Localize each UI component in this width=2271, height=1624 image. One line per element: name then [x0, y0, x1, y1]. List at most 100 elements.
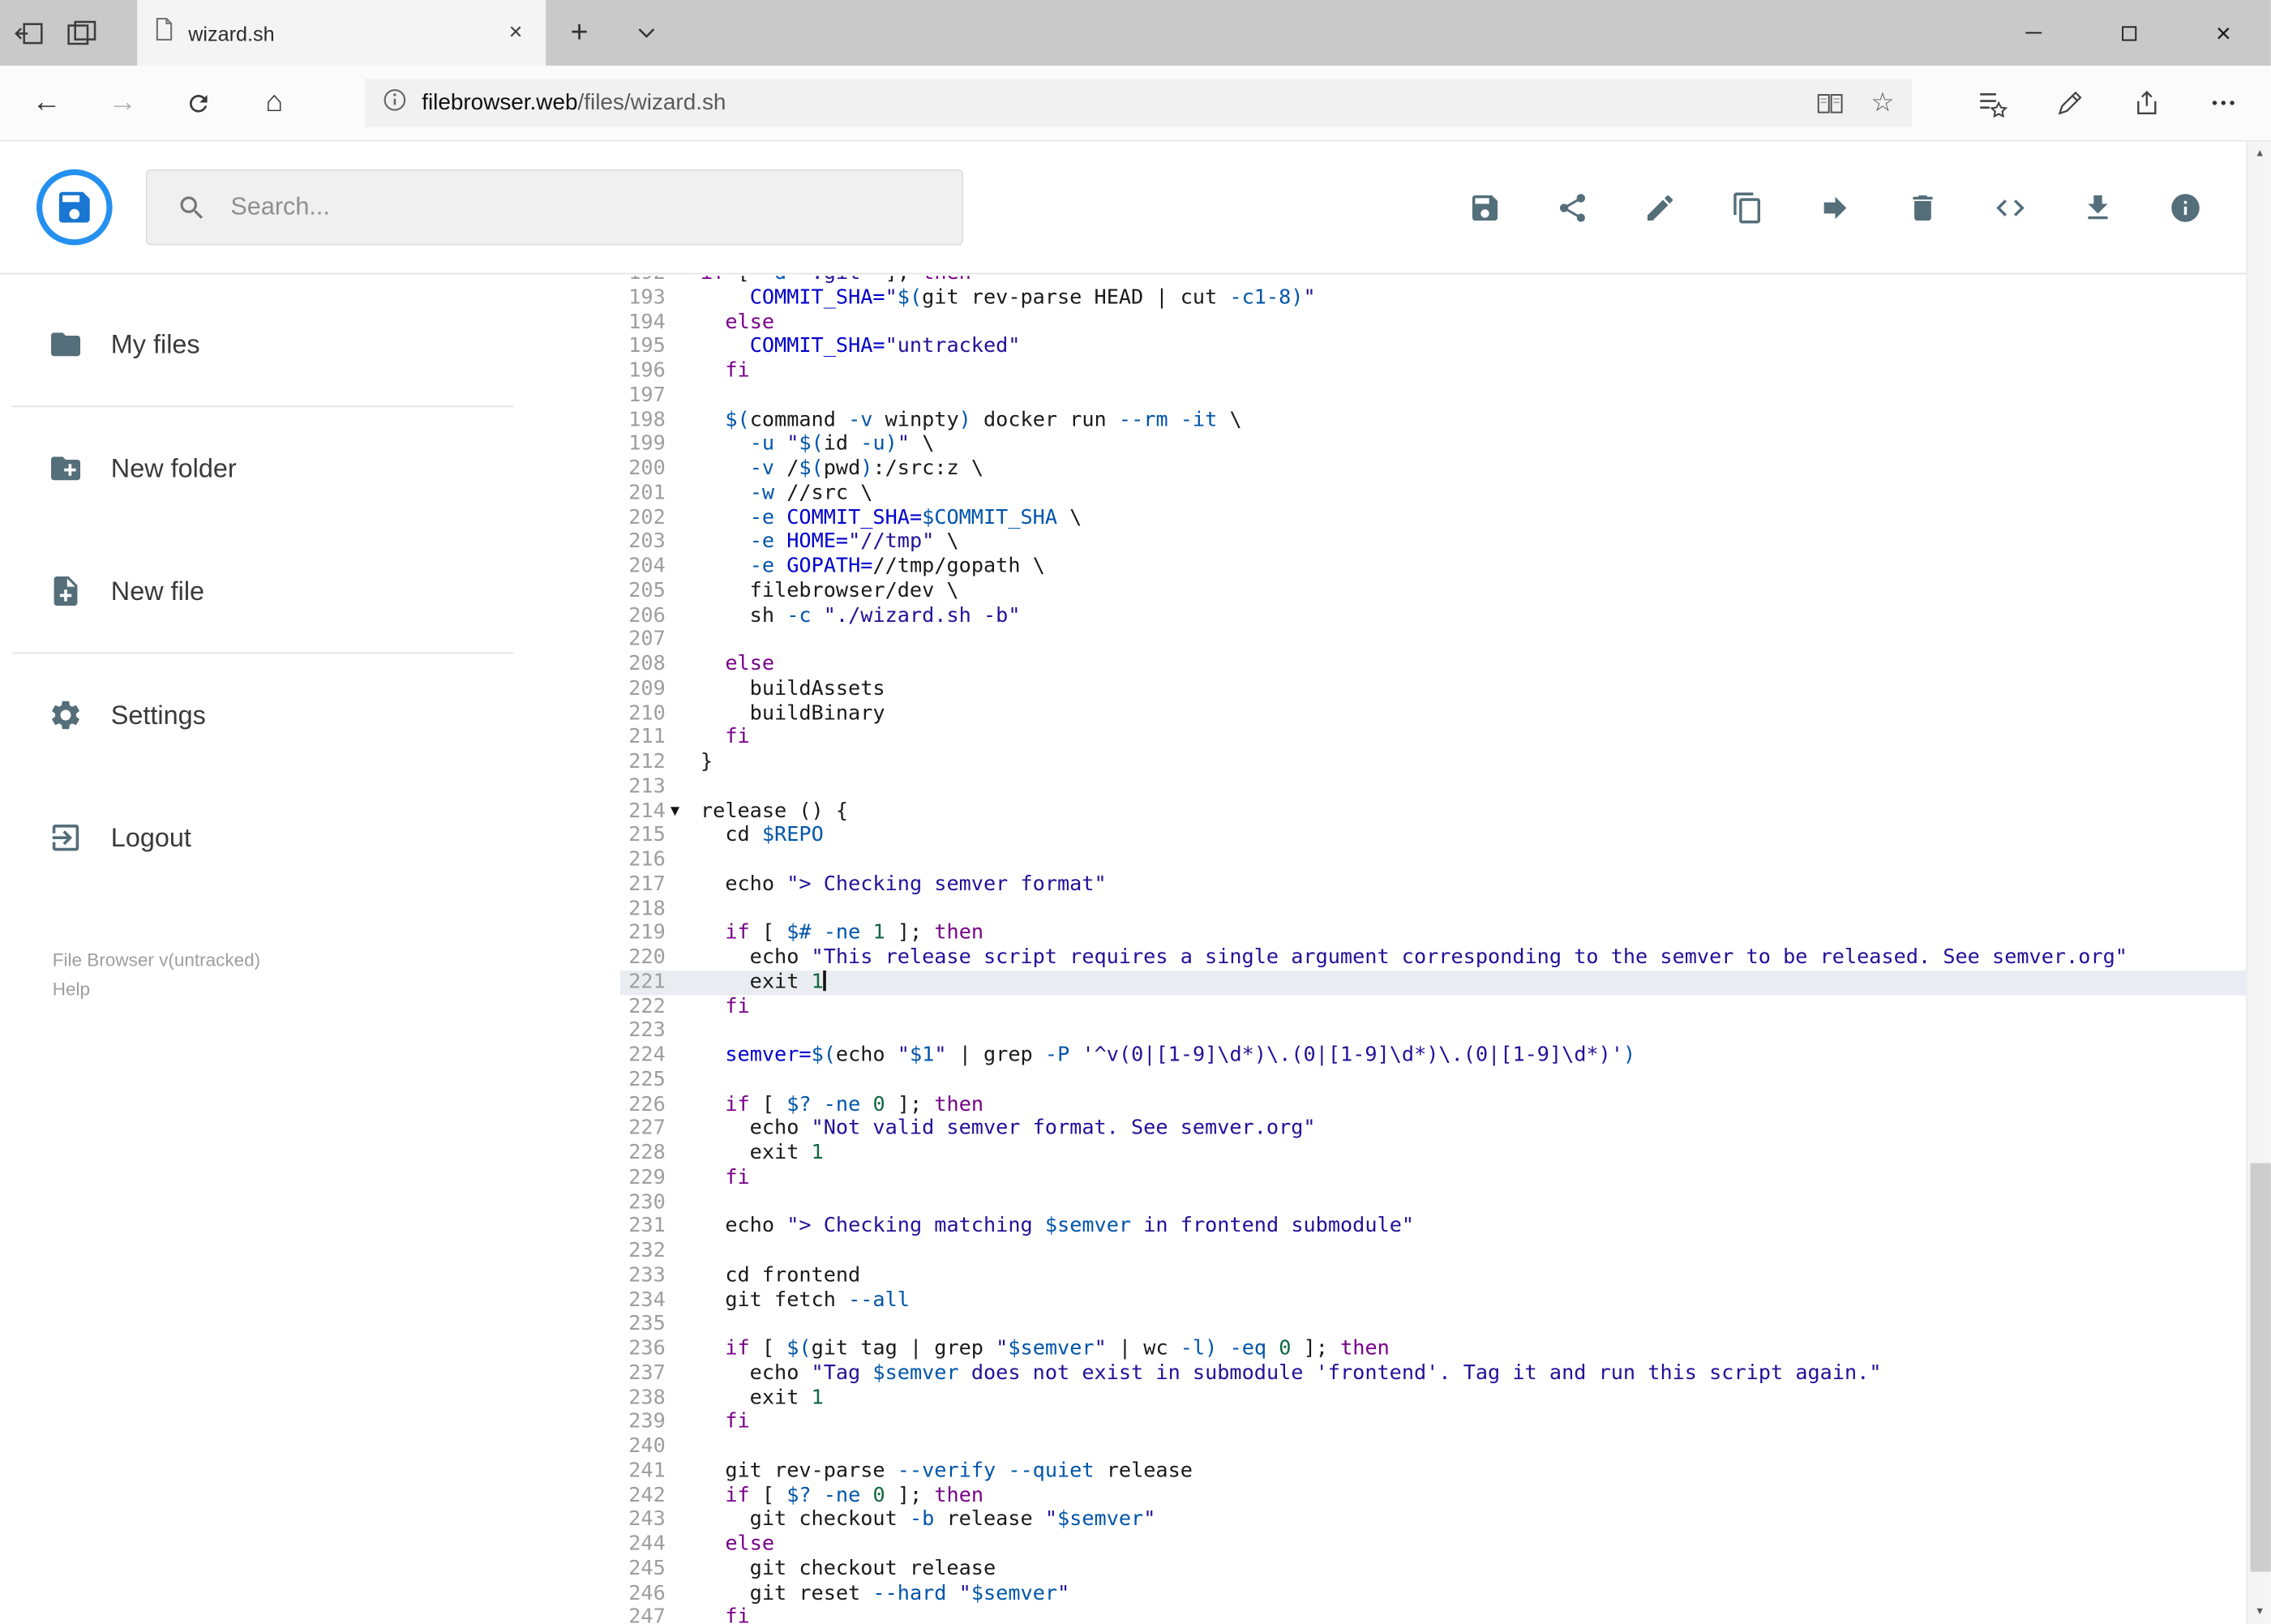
sidebar-item-my-files[interactable]: My files	[0, 283, 525, 405]
code-line[interactable]: 221 exit 1	[620, 970, 2247, 995]
code-line[interactable]: 232	[620, 1239, 2246, 1263]
code-line[interactable]: 215 cd $REPO	[620, 824, 2246, 848]
code-line[interactable]: 234 git fetch --all	[620, 1288, 2246, 1313]
code-line[interactable]: 238 exit 1	[620, 1386, 2246, 1410]
vertical-scrollbar[interactable]: ▲ ▼	[2246, 141, 2271, 1624]
help-link[interactable]: Help	[53, 975, 525, 1004]
browser-tab[interactable]: wizard.sh ×	[137, 0, 546, 66]
url-text[interactable]: filebrowser.web/files/wizard.sh	[422, 90, 726, 116]
code-line[interactable]: 203 -e HOME="//tmp" \	[620, 530, 2246, 555]
code-line[interactable]: 209 buildAssets	[620, 677, 2246, 701]
code-line[interactable]: 235	[620, 1313, 2246, 1337]
fold-arrow-icon[interactable]: ▼	[666, 799, 684, 824]
tab-preview-toggle[interactable]	[613, 0, 680, 66]
code-line[interactable]: 194 else	[620, 311, 2246, 335]
code-line[interactable]: 246 git reset --hard "$semver"	[620, 1581, 2246, 1605]
code-line[interactable]: 244 else	[620, 1532, 2246, 1557]
code-line[interactable]: 195 COMMIT_SHA="untracked"	[620, 335, 2246, 359]
code-line[interactable]: 212}	[620, 750, 2246, 774]
code-line[interactable]: 229 fi	[620, 1166, 2246, 1190]
scrollbar-thumb[interactable]	[2249, 1163, 2270, 1572]
annotate-pen-button[interactable]	[2030, 65, 2107, 141]
code-line[interactable]: 207	[620, 628, 2246, 652]
code-line[interactable]: 219 if [ $# -ne 1 ]; then	[620, 921, 2246, 945]
code-line[interactable]: 237 echo "Tag $semver does not exist in …	[620, 1361, 2246, 1386]
code-line[interactable]: 228 exit 1	[620, 1142, 2246, 1166]
raw-code-button[interactable]	[1994, 191, 2027, 224]
code-line[interactable]: 192 if [ -d ".git" ]; then	[620, 276, 2246, 285]
code-line[interactable]: 227 echo "Not valid semver format. See s…	[620, 1116, 2246, 1141]
site-info-icon[interactable]	[383, 87, 408, 119]
save-button[interactable]	[1468, 191, 1502, 224]
share-button[interactable]	[2107, 65, 2184, 141]
home-button[interactable]: ⌂	[237, 65, 313, 141]
code-line[interactable]: 218	[620, 897, 2246, 921]
code-line[interactable]: 236 if [ $(git tag | grep "$semver" | wc…	[620, 1337, 2246, 1361]
code-line[interactable]: 222 fi	[620, 995, 2246, 1019]
new-tab-button[interactable]: +	[546, 0, 613, 66]
minimize-button[interactable]	[1986, 0, 2081, 66]
share-file-button[interactable]	[1556, 191, 1589, 224]
code-line[interactable]: 224 semver=$(echo "$1" | grep -P '^v(0|[…	[620, 1043, 2246, 1068]
code-line[interactable]: 206 sh -c "./wizard.sh -b"	[620, 603, 2246, 628]
code-line[interactable]: 241 git rev-parse --verify --quiet relea…	[620, 1459, 2246, 1484]
info-button[interactable]	[2169, 191, 2202, 224]
favorite-star-icon[interactable]: ☆	[1870, 88, 1894, 118]
code-editor[interactable]: 192if [ -d ".git" ]; then193 COMMIT_SHA=…	[525, 276, 2247, 1624]
code-line[interactable]: 220 echo "This release script requires a…	[620, 945, 2246, 970]
code-line[interactable]: 216	[620, 848, 2246, 872]
code-line[interactable]: 240	[620, 1434, 2246, 1459]
code-line[interactable]: 200 -v /$(pwd):/src:z \	[620, 456, 2246, 481]
tab-close-icon[interactable]: ×	[503, 19, 528, 45]
filebrowser-logo[interactable]	[36, 169, 113, 246]
back-button[interactable]: ←	[9, 65, 85, 141]
search-box[interactable]	[146, 169, 963, 246]
copy-button[interactable]	[1731, 191, 1764, 224]
code-line[interactable]: 242 if [ $? -ne 0 ]; then	[620, 1484, 2246, 1508]
refresh-button[interactable]	[161, 65, 237, 141]
code-line[interactable]: 217 echo "> Checking semver format"	[620, 872, 2246, 897]
code-line[interactable]: 197	[620, 384, 2246, 408]
code-line[interactable]: 205 filebrowser/dev \	[620, 579, 2246, 603]
code-line[interactable]: 199 -u "$(id -u)" \	[620, 432, 2246, 456]
sidebar-item-new-file[interactable]: New file	[0, 529, 525, 652]
set-tabs-aside-icon[interactable]	[15, 21, 44, 45]
search-input[interactable]	[230, 192, 962, 222]
code-line[interactable]: 214 ▼ release () {	[620, 799, 2246, 824]
address-bar[interactable]: filebrowser.web/files/wizard.sh ☆	[365, 79, 1912, 127]
sidebar-item-settings[interactable]: Settings	[0, 653, 525, 776]
code-line[interactable]: 230	[620, 1190, 2246, 1215]
code-line[interactable]: 226 if [ $? -ne 0 ]; then	[620, 1092, 2246, 1116]
maximize-button[interactable]	[2081, 0, 2176, 66]
sidebar-item-logout[interactable]: Logout	[0, 777, 525, 899]
code-line[interactable]: 202 -e COMMIT_SHA=$COMMIT_SHA \	[620, 506, 2246, 530]
code-line[interactable]: 211 fi	[620, 726, 2246, 750]
code-line[interactable]: 208 else	[620, 653, 2246, 677]
move-button[interactable]	[1819, 191, 1852, 224]
scroll-down-arrow[interactable]: ▼	[2247, 1607, 2271, 1618]
delete-button[interactable]	[1906, 191, 1939, 224]
code-line[interactable]: 233 cd frontend	[620, 1263, 2246, 1288]
forward-button[interactable]: →	[84, 65, 161, 141]
code-line[interactable]: 198 $(command -v winpty) docker run --rm…	[620, 408, 2246, 432]
hub-favorites-button[interactable]	[1952, 65, 2029, 141]
code-line[interactable]: 231 echo "> Checking matching $semver in…	[620, 1215, 2246, 1239]
sidebar-item-new-folder[interactable]: New folder	[0, 407, 525, 529]
code-line[interactable]: 213	[620, 774, 2246, 799]
close-button[interactable]: ×	[2176, 0, 2271, 66]
code-line[interactable]: 223	[620, 1019, 2246, 1043]
code-line[interactable]: 196 fi	[620, 359, 2246, 384]
scroll-up-arrow[interactable]: ▲	[2247, 149, 2271, 160]
edit-button[interactable]	[1643, 191, 1677, 224]
download-button[interactable]	[2081, 191, 2115, 224]
code-line[interactable]: 239 fi	[620, 1410, 2246, 1434]
code-line[interactable]: 247 fi	[620, 1605, 2246, 1624]
code-line[interactable]: 243 git checkout -b release "$semver"	[620, 1508, 2246, 1532]
code-line[interactable]: 210 buildBinary	[620, 701, 2246, 726]
reading-view-icon[interactable]	[1815, 92, 1845, 115]
code-line[interactable]: 201 -w //src \	[620, 482, 2246, 506]
tabs-set-aside-icon[interactable]	[67, 20, 96, 45]
code-line[interactable]: 204 -e GOPATH=//tmp/gopath \	[620, 555, 2246, 579]
code-line[interactable]: 193 COMMIT_SHA="$(git rev-parse HEAD | c…	[620, 285, 2246, 310]
code-line[interactable]: 225	[620, 1068, 2246, 1092]
